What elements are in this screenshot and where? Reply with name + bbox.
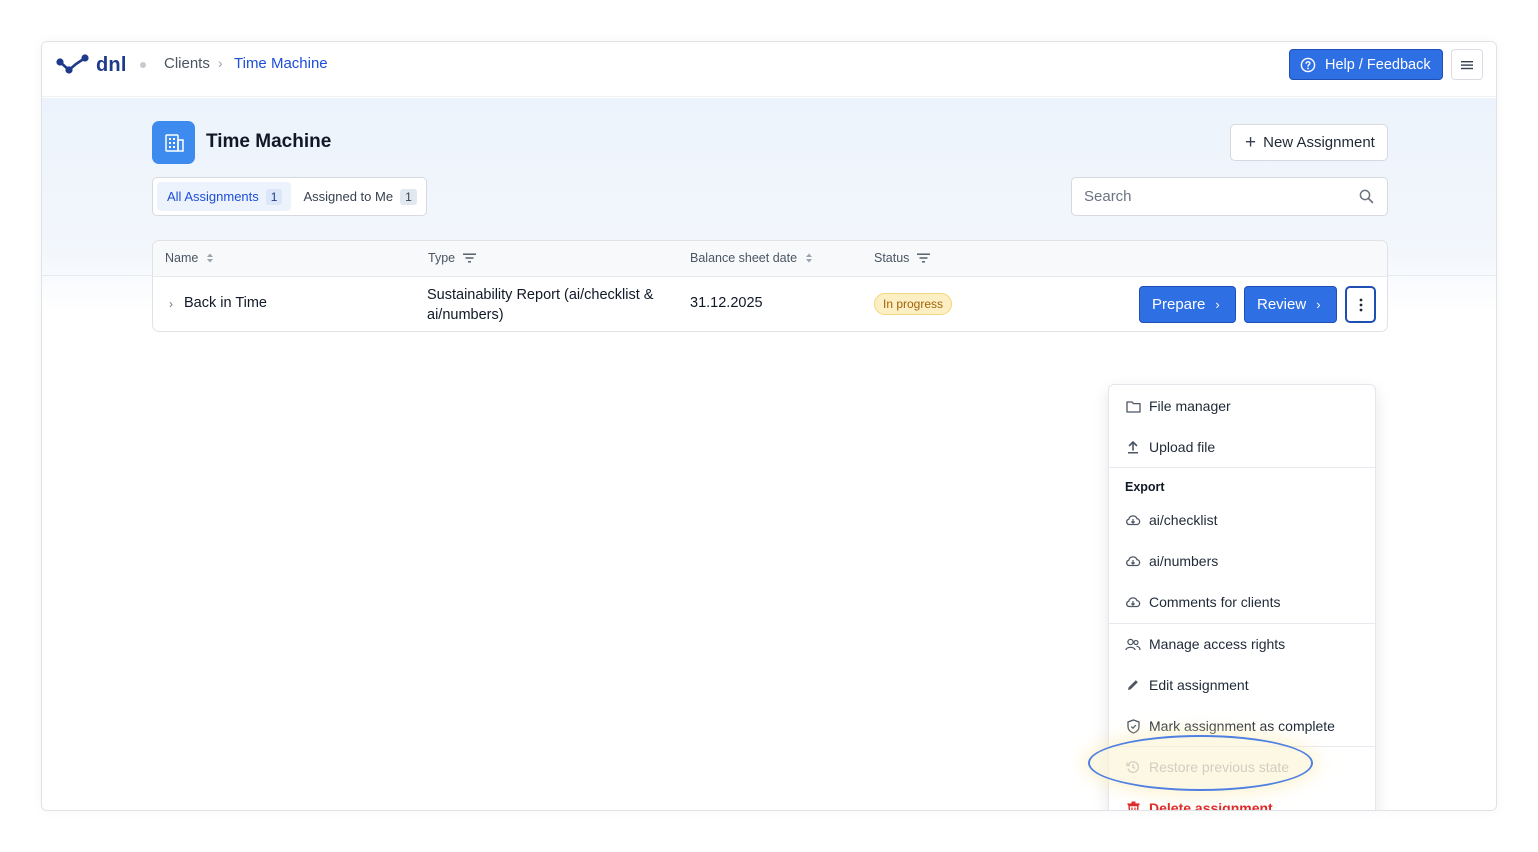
tab-label: Assigned to Me bbox=[303, 189, 394, 204]
trash-icon bbox=[1125, 800, 1141, 810]
search-placeholder: Search bbox=[1084, 188, 1132, 205]
menu-item-file-manager[interactable]: File manager bbox=[1109, 388, 1375, 424]
menu-item-label: Comments for clients bbox=[1149, 594, 1281, 610]
row-actions-button[interactable] bbox=[1345, 286, 1376, 323]
new-assignment-label: New Assignment bbox=[1263, 134, 1375, 151]
menu-item-manage-access[interactable]: Manage access rights bbox=[1109, 626, 1375, 662]
menu-separator bbox=[1109, 467, 1375, 468]
cloud-download-icon bbox=[1125, 512, 1141, 528]
menu-item-export-numbers[interactable]: ai/numbers bbox=[1109, 543, 1375, 579]
cloud-download-icon bbox=[1125, 553, 1141, 569]
assignment-type-line: Sustainability Report (ai/checklist & bbox=[427, 287, 654, 303]
column-header-name[interactable]: Name bbox=[165, 251, 214, 265]
tab-assigned-to-me[interactable]: Assigned to Me 1 bbox=[293, 182, 425, 211]
menu-separator bbox=[1109, 746, 1375, 747]
sort-icon bbox=[805, 252, 813, 264]
users-icon bbox=[1125, 636, 1141, 652]
tab-count: 1 bbox=[400, 188, 417, 205]
balance-sheet-date: 31.12.2025 bbox=[690, 295, 763, 311]
breadcrumb-current[interactable]: Time Machine bbox=[234, 55, 328, 72]
menu-item-export-checklist[interactable]: ai/checklist bbox=[1109, 502, 1375, 538]
history-icon bbox=[1125, 759, 1141, 775]
help-feedback-label: Help / Feedback bbox=[1325, 56, 1431, 73]
breadcrumb-clients-link[interactable]: Clients bbox=[164, 55, 210, 72]
filter-icon bbox=[917, 253, 931, 263]
cloud-download-icon bbox=[1125, 594, 1141, 610]
search-icon bbox=[1359, 189, 1374, 208]
logo-text: dnl bbox=[96, 53, 127, 76]
hamburger-icon bbox=[1461, 60, 1473, 69]
column-label: Balance sheet date bbox=[690, 251, 798, 265]
menu-item-upload-file[interactable]: Upload file bbox=[1109, 429, 1375, 465]
column-header-balance-sheet-date[interactable]: Balance sheet date bbox=[690, 251, 813, 265]
assignment-type: Sustainability Report (ai/checklist & ai… bbox=[427, 285, 653, 325]
menu-item-delete-assignment[interactable]: Delete assignment bbox=[1109, 790, 1375, 811]
row-actions-menu: File manager Upload file Export ai/check… bbox=[1108, 384, 1376, 811]
review-label: Review bbox=[1257, 296, 1307, 313]
assignment-type-line: ai/numbers) bbox=[427, 307, 504, 323]
help-circle-icon bbox=[1300, 57, 1316, 73]
assignment-name[interactable]: Back in Time bbox=[184, 295, 267, 311]
new-assignment-button[interactable]: + New Assignment bbox=[1230, 124, 1388, 161]
kebab-icon bbox=[1359, 298, 1362, 311]
main-menu-button[interactable] bbox=[1451, 49, 1483, 80]
upload-icon bbox=[1125, 439, 1141, 455]
folder-icon bbox=[1125, 398, 1141, 414]
table-row[interactable]: › Back in Time Sustainability Report (ai… bbox=[153, 277, 1387, 331]
search-input[interactable]: Search bbox=[1071, 177, 1388, 216]
chevron-right-icon: › bbox=[1215, 297, 1220, 312]
breadcrumb-separator: › bbox=[218, 55, 223, 71]
main-content: Time Machine + New Assignment All Assign… bbox=[42, 98, 1496, 811]
logo-icon bbox=[56, 54, 89, 74]
column-header-type[interactable]: Type bbox=[428, 251, 477, 265]
menu-item-label: ai/numbers bbox=[1149, 553, 1219, 569]
top-bar: dnl Clients › Time Machine Help / Feedba… bbox=[42, 42, 1496, 97]
menu-separator bbox=[1109, 623, 1375, 624]
column-label: Status bbox=[874, 251, 910, 265]
chevron-right-icon: › bbox=[1316, 297, 1321, 312]
plus-icon: + bbox=[1245, 132, 1257, 153]
table-header: Name Type Balance sheet date Status bbox=[153, 241, 1387, 277]
menu-item-label: ai/checklist bbox=[1149, 512, 1218, 528]
column-label: Type bbox=[428, 251, 456, 265]
menu-item-label: Upload file bbox=[1149, 439, 1216, 455]
assignments-table: Name Type Balance sheet date Status › Ba… bbox=[152, 240, 1388, 332]
menu-group-export: Export bbox=[1125, 480, 1165, 494]
menu-item-export-comments[interactable]: Comments for clients bbox=[1109, 584, 1375, 620]
status-badge: In progress bbox=[874, 293, 953, 315]
pencil-icon bbox=[1125, 677, 1141, 693]
prepare-button[interactable]: Prepare › bbox=[1139, 286, 1236, 323]
menu-item-mark-complete[interactable]: Mark assignment as complete bbox=[1109, 708, 1375, 744]
menu-item-restore-state: Restore previous state bbox=[1109, 749, 1375, 785]
menu-item-edit-assignment[interactable]: Edit assignment bbox=[1109, 667, 1375, 703]
tab-all-assignments[interactable]: All Assignments 1 bbox=[157, 182, 292, 211]
menu-item-label: Manage access rights bbox=[1149, 636, 1286, 652]
prepare-label: Prepare bbox=[1152, 296, 1206, 313]
menu-item-label: Delete assignment bbox=[1149, 800, 1273, 811]
menu-item-label: Edit assignment bbox=[1149, 677, 1249, 693]
help-feedback-button[interactable]: Help / Feedback bbox=[1289, 49, 1443, 80]
menu-item-label: Restore previous state bbox=[1149, 759, 1290, 775]
logo[interactable]: dnl bbox=[56, 53, 127, 77]
assignment-tabs: All Assignments 1 Assigned to Me 1 bbox=[152, 177, 427, 216]
sort-icon bbox=[206, 252, 214, 264]
menu-item-label: File manager bbox=[1149, 398, 1231, 414]
review-button[interactable]: Review › bbox=[1244, 286, 1337, 323]
column-label: Name bbox=[165, 251, 199, 265]
breadcrumb-dot bbox=[140, 62, 146, 68]
column-header-status[interactable]: Status bbox=[874, 251, 931, 265]
menu-item-label: Mark assignment as complete bbox=[1149, 718, 1335, 734]
shield-check-icon bbox=[1125, 718, 1141, 734]
building-icon bbox=[152, 121, 195, 164]
chevron-right-icon[interactable]: › bbox=[169, 297, 173, 311]
app-window: dnl Clients › Time Machine Help / Feedba… bbox=[41, 41, 1497, 811]
tab-label: All Assignments bbox=[167, 189, 259, 204]
page-title: Time Machine bbox=[206, 131, 332, 152]
filter-icon bbox=[463, 253, 477, 263]
tab-count: 1 bbox=[265, 188, 283, 205]
